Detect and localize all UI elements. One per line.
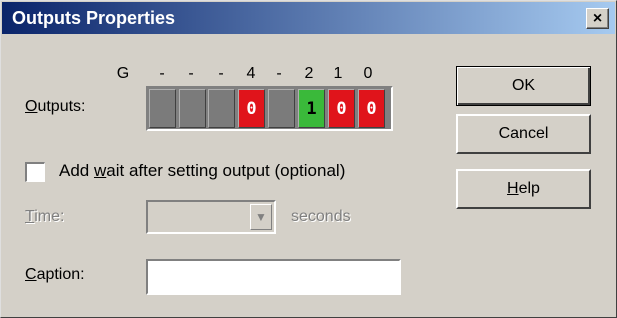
bit-toggle-6[interactable] — [179, 89, 206, 128]
window-title: Outputs Properties — [12, 8, 176, 28]
outputs-bit-array: 0 1 0 0 — [146, 86, 393, 131]
bit-header-g: G — [116, 65, 130, 82]
bit-header-6: - — [188, 65, 194, 82]
caption-label: Caption: — [25, 266, 85, 283]
bit-header-7: - — [159, 65, 165, 82]
bit-header-3: - — [276, 65, 282, 82]
outputs-properties-dialog: Outputs Properties × G - - - 4 - 2 1 0 O… — [0, 0, 617, 318]
caption-input[interactable] — [146, 259, 401, 295]
close-icon: × — [592, 9, 603, 27]
bit-header-4: 4 — [246, 65, 256, 82]
bit-toggle-7[interactable] — [149, 89, 176, 128]
help-button[interactable]: Help — [456, 169, 591, 209]
bit-header-5: - — [218, 65, 224, 82]
outputs-label: Outputs: — [25, 98, 86, 115]
bit-header-2: 2 — [304, 65, 314, 82]
time-dropdown[interactable]: ▼ — [146, 200, 276, 234]
add-wait-label: Add wait after setting output (optional) — [59, 161, 346, 180]
bit-toggle-0[interactable]: 0 — [358, 89, 385, 128]
title-bar[interactable]: Outputs Properties × — [2, 2, 615, 34]
bit-toggle-5[interactable] — [208, 89, 235, 128]
bit-header-1: 1 — [333, 65, 343, 82]
cancel-button[interactable]: Cancel — [456, 114, 591, 154]
bit-toggle-2[interactable]: 1 — [298, 89, 325, 128]
bit-toggle-3[interactable] — [268, 89, 295, 128]
chevron-down-icon[interactable]: ▼ — [250, 204, 272, 230]
close-button[interactable]: × — [586, 8, 609, 29]
add-wait-checkbox[interactable] — [25, 162, 45, 182]
bit-toggle-4[interactable]: 0 — [238, 89, 265, 128]
time-label: Time: — [25, 208, 65, 225]
seconds-label: seconds — [291, 208, 351, 225]
bit-header-0: 0 — [363, 65, 373, 82]
bit-toggle-1[interactable]: 0 — [328, 89, 355, 128]
ok-button[interactable]: OK — [456, 66, 591, 106]
